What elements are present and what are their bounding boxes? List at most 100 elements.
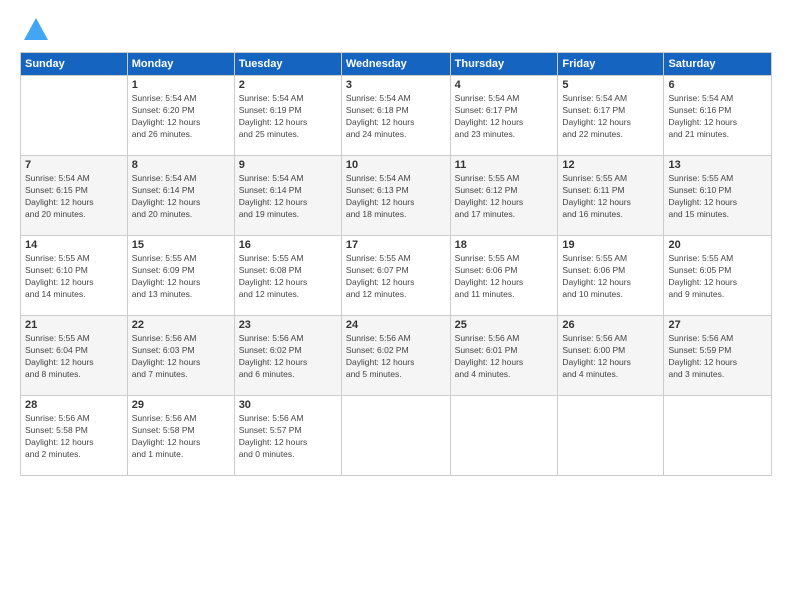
day-info: Sunrise: 5:56 AM Sunset: 6:02 PM Dayligh… <box>239 333 337 381</box>
calendar-cell: 1 Sunrise: 5:54 AM Sunset: 6:20 PM Daylig… <box>127 76 234 156</box>
day-info: Sunrise: 5:54 AM Sunset: 6:15 PM Dayligh… <box>25 173 123 221</box>
day-of-week-header: Tuesday <box>234 53 341 76</box>
calendar-cell: 19Sunrise: 5:55 AM Sunset: 6:06 PM Dayli… <box>558 236 664 316</box>
day-info: Sunrise: 5:56 AM Sunset: 6:03 PM Dayligh… <box>132 333 230 381</box>
calendar-cell: 30 Sunrise: 5:56 AM Sunset: 5:57 PM Dayli… <box>234 396 341 476</box>
calendar-cell: 14 Sunrise: 5:55 AM Sunset: 6:10 PM Dayli… <box>21 236 128 316</box>
day-info: Sunrise: 5:55 AM Sunset: 6:05 PM Dayligh… <box>668 253 767 301</box>
day-number: 23 <box>239 319 337 331</box>
calendar-cell: 16 Sunrise: 5:55 AM Sunset: 6:08 PM Dayli… <box>234 236 341 316</box>
day-number: 7 <box>25 159 123 171</box>
day-number: 16 <box>239 239 337 251</box>
day-number: 13 <box>668 159 767 171</box>
calendar-cell: 3Sunrise: 5:54 AM Sunset: 6:18 PM Daylig… <box>341 76 450 156</box>
day-info: Sunrise: 5:54 AM Sunset: 6:20 PM Dayligh… <box>132 93 230 141</box>
day-info: Sunrise: 5:56 AM Sunset: 6:02 PM Dayligh… <box>346 333 446 381</box>
calendar-cell: 26 Sunrise: 5:56 AM Sunset: 6:00 PM Dayli… <box>558 316 664 396</box>
day-info: Sunrise: 5:55 AM Sunset: 6:07 PM Dayligh… <box>346 253 446 301</box>
calendar-cell: 29 Sunrise: 5:56 AM Sunset: 5:58 PM Dayli… <box>127 396 234 476</box>
day-number: 26 <box>562 319 659 331</box>
day-info: Sunrise: 5:55 AM Sunset: 6:08 PM Dayligh… <box>239 253 337 301</box>
day-number: 15 <box>132 239 230 251</box>
calendar-cell: 7 Sunrise: 5:54 AM Sunset: 6:15 PM Daylig… <box>21 156 128 236</box>
calendar-cell <box>558 396 664 476</box>
day-info: Sunrise: 5:55 AM Sunset: 6:09 PM Dayligh… <box>132 253 230 301</box>
calendar-cell <box>450 396 558 476</box>
calendar-week-row: 1 Sunrise: 5:54 AM Sunset: 6:20 PM Daylig… <box>21 76 772 156</box>
day-info: Sunrise: 5:56 AM Sunset: 5:58 PM Dayligh… <box>132 413 230 461</box>
day-of-week-header: Monday <box>127 53 234 76</box>
calendar-cell: 27 Sunrise: 5:56 AM Sunset: 5:59 PM Dayli… <box>664 316 772 396</box>
calendar-cell: 5 Sunrise: 5:54 AM Sunset: 6:17 PM Daylig… <box>558 76 664 156</box>
calendar-cell <box>664 396 772 476</box>
day-number: 30 <box>239 399 337 411</box>
day-info: Sunrise: 5:56 AM Sunset: 5:58 PM Dayligh… <box>25 413 123 461</box>
logo <box>20 16 50 44</box>
day-number: 20 <box>668 239 767 251</box>
day-info: Sunrise: 5:54 AM Sunset: 6:16 PM Dayligh… <box>668 93 767 141</box>
calendar-week-row: 28 Sunrise: 5:56 AM Sunset: 5:58 PM Dayli… <box>21 396 772 476</box>
day-of-week-header: Thursday <box>450 53 558 76</box>
calendar-cell: 2Sunrise: 5:54 AM Sunset: 6:19 PM Daylig… <box>234 76 341 156</box>
day-info: Sunrise: 5:56 AM Sunset: 6:00 PM Dayligh… <box>562 333 659 381</box>
day-number: 5 <box>562 79 659 91</box>
day-info: Sunrise: 5:54 AM Sunset: 6:17 PM Dayligh… <box>455 93 554 141</box>
calendar-cell: 23 Sunrise: 5:56 AM Sunset: 6:02 PM Dayli… <box>234 316 341 396</box>
calendar-cell: 4Sunrise: 5:54 AM Sunset: 6:17 PM Daylig… <box>450 76 558 156</box>
day-number: 11 <box>455 159 554 171</box>
calendar-cell: 8Sunrise: 5:54 AM Sunset: 6:14 PM Daylig… <box>127 156 234 236</box>
day-info: Sunrise: 5:54 AM Sunset: 6:13 PM Dayligh… <box>346 173 446 221</box>
day-number: 10 <box>346 159 446 171</box>
day-info: Sunrise: 5:55 AM Sunset: 6:12 PM Dayligh… <box>455 173 554 221</box>
calendar-cell: 10 Sunrise: 5:54 AM Sunset: 6:13 PM Dayli… <box>341 156 450 236</box>
day-number: 17 <box>346 239 446 251</box>
calendar-cell: 18 Sunrise: 5:55 AM Sunset: 6:06 PM Dayli… <box>450 236 558 316</box>
calendar-cell <box>341 396 450 476</box>
day-info: Sunrise: 5:55 AM Sunset: 6:10 PM Dayligh… <box>668 173 767 221</box>
day-info: Sunrise: 5:56 AM Sunset: 6:01 PM Dayligh… <box>455 333 554 381</box>
day-number: 2 <box>239 79 337 91</box>
calendar-header-row: SundayMondayTuesdayWednesdayThursdayFrid… <box>21 53 772 76</box>
day-info: Sunrise: 5:54 AM Sunset: 6:17 PM Dayligh… <box>562 93 659 141</box>
day-number: 19 <box>562 239 659 251</box>
day-info: Sunrise: 5:55 AM Sunset: 6:06 PM Dayligh… <box>455 253 554 301</box>
day-number: 25 <box>455 319 554 331</box>
day-info: Sunrise: 5:54 AM Sunset: 6:14 PM Dayligh… <box>132 173 230 221</box>
day-number: 3 <box>346 79 446 91</box>
calendar-cell: 11 Sunrise: 5:55 AM Sunset: 6:12 PM Dayli… <box>450 156 558 236</box>
day-number: 29 <box>132 399 230 411</box>
day-number: 27 <box>668 319 767 331</box>
calendar-cell: 9Sunrise: 5:54 AM Sunset: 6:14 PM Daylig… <box>234 156 341 236</box>
calendar-table: SundayMondayTuesdayWednesdayThursdayFrid… <box>20 52 772 476</box>
day-number: 28 <box>25 399 123 411</box>
day-number: 22 <box>132 319 230 331</box>
day-info: Sunrise: 5:55 AM Sunset: 6:11 PM Dayligh… <box>562 173 659 221</box>
day-info: Sunrise: 5:54 AM Sunset: 6:14 PM Dayligh… <box>239 173 337 221</box>
day-of-week-header: Wednesday <box>341 53 450 76</box>
calendar-week-row: 21 Sunrise: 5:55 AM Sunset: 6:04 PM Dayli… <box>21 316 772 396</box>
calendar-cell: 25 Sunrise: 5:56 AM Sunset: 6:01 PM Dayli… <box>450 316 558 396</box>
day-info: Sunrise: 5:56 AM Sunset: 5:59 PM Dayligh… <box>668 333 767 381</box>
day-number: 14 <box>25 239 123 251</box>
calendar-week-row: 7 Sunrise: 5:54 AM Sunset: 6:15 PM Daylig… <box>21 156 772 236</box>
calendar-cell: 21 Sunrise: 5:55 AM Sunset: 6:04 PM Dayli… <box>21 316 128 396</box>
day-number: 24 <box>346 319 446 331</box>
calendar-cell: 20 Sunrise: 5:55 AM Sunset: 6:05 PM Dayli… <box>664 236 772 316</box>
calendar-cell: 22 Sunrise: 5:56 AM Sunset: 6:03 PM Dayli… <box>127 316 234 396</box>
day-number: 12 <box>562 159 659 171</box>
day-number: 1 <box>132 79 230 91</box>
day-info: Sunrise: 5:55 AM Sunset: 6:10 PM Dayligh… <box>25 253 123 301</box>
day-number: 6 <box>668 79 767 91</box>
calendar-cell: 24 Sunrise: 5:56 AM Sunset: 6:02 PM Dayli… <box>341 316 450 396</box>
day-of-week-header: Saturday <box>664 53 772 76</box>
day-info: Sunrise: 5:56 AM Sunset: 5:57 PM Dayligh… <box>239 413 337 461</box>
calendar-week-row: 14 Sunrise: 5:55 AM Sunset: 6:10 PM Dayli… <box>21 236 772 316</box>
calendar-cell <box>21 76 128 156</box>
header <box>20 16 772 44</box>
day-number: 21 <box>25 319 123 331</box>
day-info: Sunrise: 5:55 AM Sunset: 6:04 PM Dayligh… <box>25 333 123 381</box>
day-of-week-header: Sunday <box>21 53 128 76</box>
calendar-cell: 6 Sunrise: 5:54 AM Sunset: 6:16 PM Daylig… <box>664 76 772 156</box>
calendar-cell: 15 Sunrise: 5:55 AM Sunset: 6:09 PM Dayli… <box>127 236 234 316</box>
day-number: 18 <box>455 239 554 251</box>
